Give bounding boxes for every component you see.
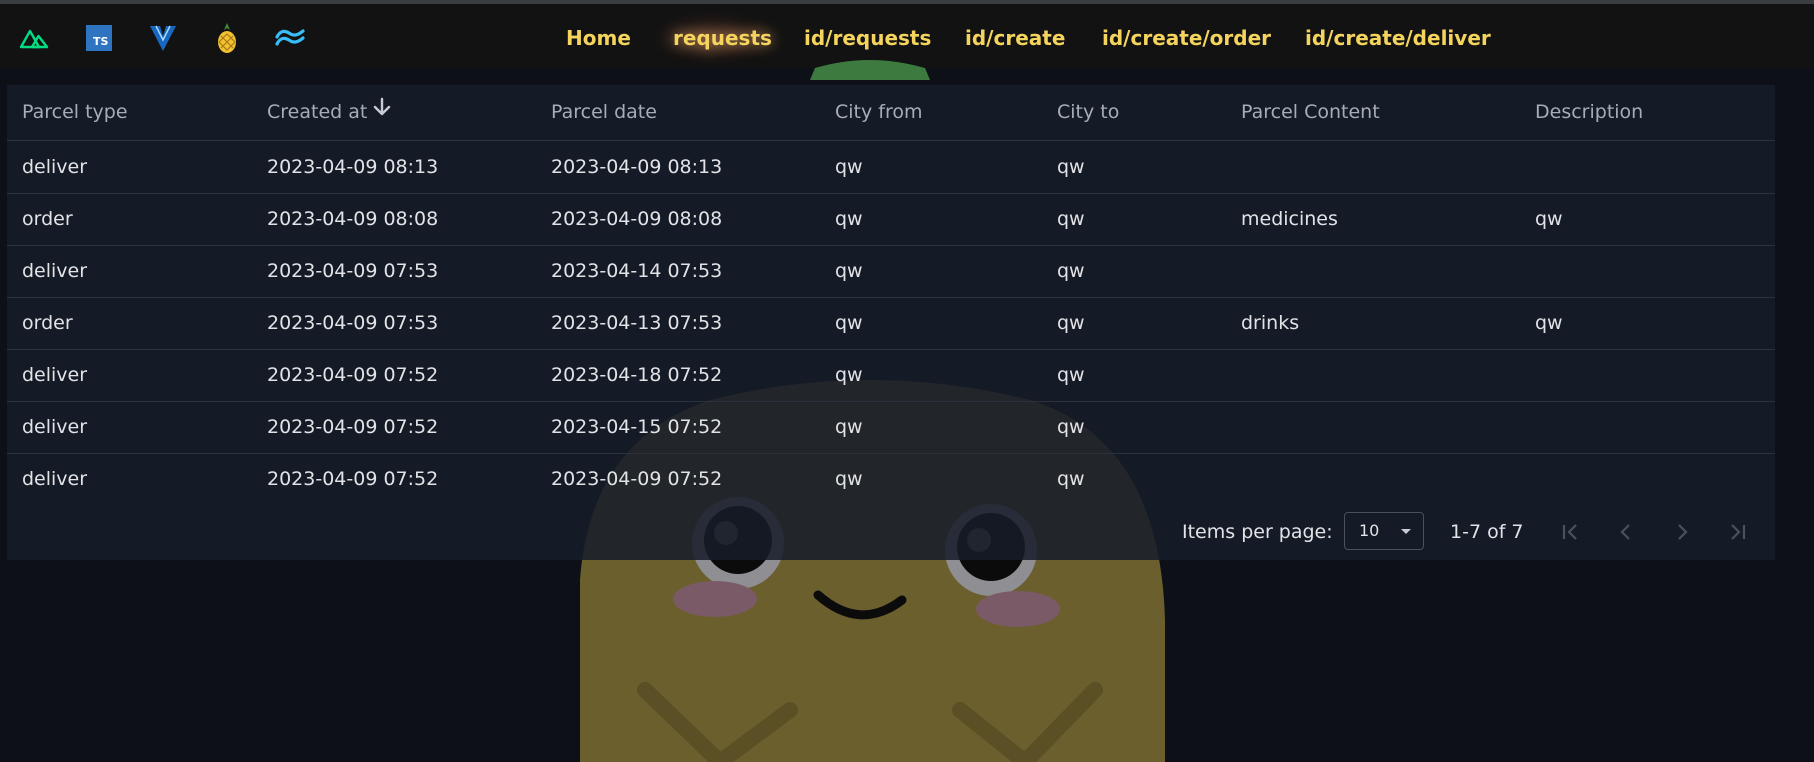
cell-created-at: 2023-04-09 07:53 — [267, 312, 439, 334]
cell-created-at: 2023-04-09 07:52 — [267, 364, 439, 386]
table-row[interactable]: order 2023-04-09 07:53 2023-04-13 07:53 qw q… — [7, 297, 1775, 350]
cell-description: qw — [1535, 312, 1563, 334]
cell-parcel-type: deliver — [22, 260, 88, 282]
header-parcel-content[interactable]: Parcel Content — [1241, 85, 1380, 140]
cell-city-from: qw — [835, 260, 863, 282]
table-row[interactable]: deliver 2023-04-09 07:53 2023-04-14 07:53 q… — [7, 245, 1775, 298]
table-row[interactable]: deliver 2023-04-09 07:52 2023-04-09 07:52 q… — [7, 453, 1775, 505]
cell-created-at: 2023-04-09 07:53 — [267, 260, 439, 282]
next-page-icon[interactable] — [1666, 516, 1698, 548]
header-city-to[interactable]: City to — [1057, 85, 1119, 140]
cell-city-to: qw — [1057, 208, 1085, 230]
last-page-icon[interactable] — [1722, 516, 1754, 548]
table-row[interactable]: deliver 2023-04-09 07:52 2023-04-15 07:52 q… — [7, 401, 1775, 454]
header-created-at[interactable]: Created at — [267, 85, 393, 140]
header-city-from[interactable]: City from — [835, 85, 923, 140]
cell-parcel-date: 2023-04-09 08:08 — [551, 208, 723, 230]
cell-parcel-type: deliver — [22, 468, 88, 490]
cell-created-at: 2023-04-09 08:08 — [267, 208, 439, 230]
cell-parcel-date: 2023-04-14 07:53 — [551, 260, 723, 282]
cell-city-from: qw — [835, 312, 863, 334]
nav-link-id-requests[interactable]: id/requests — [804, 24, 931, 52]
cell-city-to: qw — [1057, 468, 1085, 490]
header-description[interactable]: Description — [1535, 85, 1643, 140]
cell-parcel-date: 2023-04-09 08:13 — [551, 156, 723, 178]
cell-city-from: qw — [835, 364, 863, 386]
cell-parcel-content: drinks — [1241, 312, 1300, 334]
cell-city-to: qw — [1057, 416, 1085, 438]
header-parcel-date[interactable]: Parcel date — [551, 85, 657, 140]
cell-parcel-date: 2023-04-09 07:52 — [551, 468, 723, 490]
items-per-page-select[interactable]: 10 — [1344, 512, 1424, 550]
cell-parcel-type: deliver — [22, 156, 88, 178]
cell-parcel-type: order — [22, 208, 73, 230]
first-page-icon[interactable] — [1554, 516, 1586, 548]
header-parcel-type[interactable]: Parcel type — [22, 85, 128, 140]
cell-city-to: qw — [1057, 312, 1085, 334]
table-pagination-footer: Items per page: 10 1-7 of 7 — [7, 504, 1775, 560]
nav-link-home[interactable]: Home — [566, 24, 631, 52]
table-row[interactable]: deliver 2023-04-09 08:13 2023-04-09 08:13 q… — [7, 141, 1775, 194]
top-navbar: TS Home requests id/requests id/create i… — [0, 4, 1814, 68]
cell-description: qw — [1535, 208, 1563, 230]
cell-parcel-date: 2023-04-13 07:53 — [551, 312, 723, 334]
cell-city-from: qw — [835, 416, 863, 438]
cell-city-to: qw — [1057, 156, 1085, 178]
table-row[interactable]: order 2023-04-09 08:08 2023-04-09 08:08 qw q… — [7, 193, 1775, 246]
nav-link-id-create-order[interactable]: id/create/order — [1102, 24, 1271, 52]
sort-descending-icon[interactable] — [371, 85, 393, 140]
cell-parcel-type: deliver — [22, 364, 88, 386]
cell-city-from: qw — [835, 468, 863, 490]
nav-links: Home requests id/requests id/create id/c… — [0, 4, 1814, 68]
requests-table: Parcel type Created at Parcel date City … — [7, 85, 1775, 560]
caret-down-icon — [1399, 522, 1413, 544]
cell-created-at: 2023-04-09 07:52 — [267, 468, 439, 490]
cell-parcel-date: 2023-04-15 07:52 — [551, 416, 723, 438]
cell-city-from: qw — [835, 208, 863, 230]
cell-city-to: qw — [1057, 260, 1085, 282]
table-header-row: Parcel type Created at Parcel date City … — [7, 85, 1775, 141]
items-per-page-value: 10 — [1359, 521, 1380, 540]
pagination-range: 1-7 of 7 — [1450, 521, 1524, 543]
items-per-page-label: Items per page: — [1182, 521, 1333, 543]
cell-created-at: 2023-04-09 08:13 — [267, 156, 439, 178]
cell-city-from: qw — [835, 156, 863, 178]
header-created-at-label: Created at — [267, 101, 368, 123]
nav-link-id-create-deliver[interactable]: id/create/deliver — [1305, 24, 1491, 52]
table-row[interactable]: deliver 2023-04-09 07:52 2023-04-18 07:52 q… — [7, 349, 1775, 402]
cell-created-at: 2023-04-09 07:52 — [267, 416, 439, 438]
cell-parcel-content: medicines — [1241, 208, 1338, 230]
nav-link-requests[interactable]: requests — [673, 24, 772, 52]
cell-parcel-type: deliver — [22, 416, 88, 438]
previous-page-icon[interactable] — [1610, 516, 1642, 548]
cell-city-to: qw — [1057, 364, 1085, 386]
cell-parcel-date: 2023-04-18 07:52 — [551, 364, 723, 386]
cell-parcel-type: order — [22, 312, 73, 334]
nav-link-id-create[interactable]: id/create — [965, 24, 1065, 52]
